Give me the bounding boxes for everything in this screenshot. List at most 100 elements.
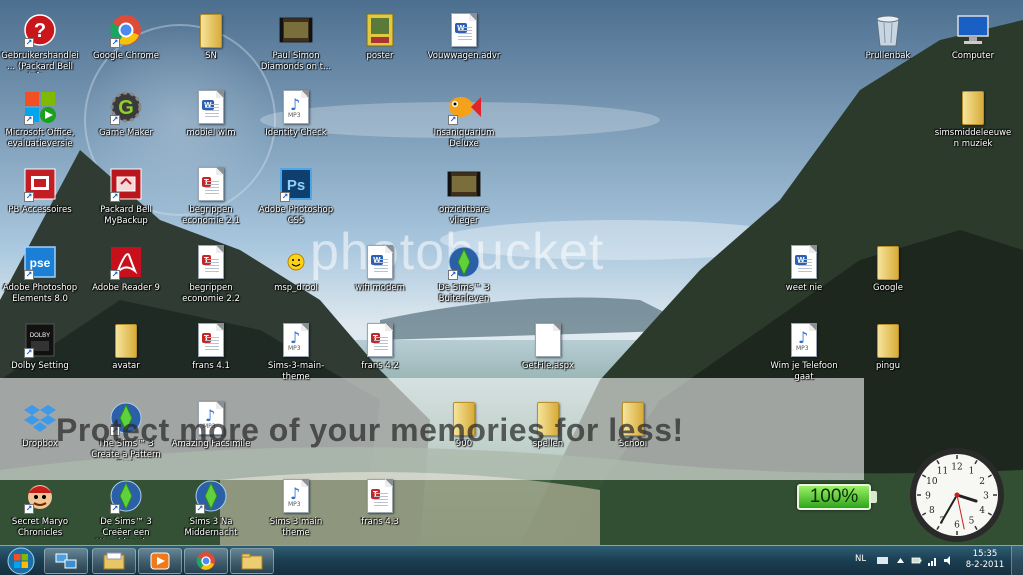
desktop-icon-label: SN — [205, 51, 217, 61]
desktop-icon[interactable]: ↗ Adobe Reader 9 — [86, 240, 166, 314]
text-document-icon: T — [193, 166, 229, 202]
desktop-icon[interactable]: ↗ PB Accessoires — [0, 162, 80, 236]
desktop-icon[interactable]: DOLBY ↗ Dolby Setting — [0, 318, 80, 392]
clock-gadget[interactable]: 123456789101112 — [908, 446, 1006, 544]
dropbox-icon — [22, 400, 58, 436]
desktop-icon[interactable]: ♪ MP3 Wim je Telefoon gaat — [764, 318, 844, 392]
desktop-icon[interactable]: Ps ↗ Adobe Photoshop CS5 — [256, 162, 336, 236]
desktop-icon[interactable]: Tbegrippen economie 2.2 — [171, 240, 251, 314]
desktop-icon[interactable]: ↗ Packard Bell MyBackup — [86, 162, 166, 236]
keyboard-icon[interactable] — [877, 555, 888, 566]
desktop-icon[interactable]: Prullenbak — [848, 8, 928, 82]
desktop-icon-label: Google Chrome — [92, 51, 160, 61]
language-indicator[interactable]: NL — [855, 554, 866, 564]
signal-icon[interactable] — [927, 555, 938, 566]
word-document-icon: W — [786, 244, 822, 280]
clock-number: 2 — [979, 477, 985, 487]
clock-number: 12 — [951, 463, 962, 473]
desktop-icon[interactable]: msp_drool — [256, 240, 336, 314]
desktop-icon[interactable]: G ↗ Game Maker — [86, 85, 166, 159]
desktop-icon[interactable]: Paul Simon Diamonds on t... — [256, 8, 336, 82]
desktop-icon[interactable]: W Vouwwagen.advr — [424, 8, 504, 82]
desktop-icon[interactable]: avatar — [86, 318, 166, 392]
desktop-icon-label: frans 4.2 — [361, 361, 399, 371]
desktop-icon[interactable]: ♪ MP3 Identity Check — [256, 85, 336, 159]
desktop-icon[interactable]: Wwifi modem — [340, 240, 420, 314]
desktop-icon[interactable]: ↗ Microsoft Office, evaluatieversie vo... — [0, 85, 80, 159]
desktop-icon[interactable]: simsmiddeleeuwen muziek — [933, 85, 1013, 159]
game-maker-icon: G ↗ — [108, 89, 144, 125]
desktop-icon-label: avatar — [112, 361, 140, 371]
shortcut-arrow-icon: ↗ — [24, 348, 34, 358]
desktop-icon[interactable]: ↗ Google Chrome — [86, 8, 166, 82]
watermark-slogan: Protect more of your memories for less! — [56, 412, 684, 448]
folder-icon — [955, 89, 991, 125]
chevron-up-icon[interactable] — [895, 555, 906, 566]
desktop-icon-label: frans 4.3 — [361, 517, 399, 527]
shortcut-arrow-icon: ↗ — [24, 115, 34, 125]
show-desktop-button[interactable] — [1011, 546, 1023, 575]
taskbar-explorer-button[interactable] — [92, 548, 136, 574]
desktop-icon[interactable]: ↗ Secret Maryo Chronicles — [0, 474, 80, 548]
desktop-icon-label: Prullenbak — [865, 51, 911, 61]
tray-clock[interactable]: 15:35 8-2-2011 — [961, 549, 1009, 571]
desktop-icon[interactable]: Tbegrippen economie 2.1 — [171, 162, 251, 236]
mp3-icon: ♪ MP3 — [278, 89, 314, 125]
desktop-icon[interactable]: Google — [848, 240, 928, 314]
desktop-icon[interactable]: ↗ Insaniquarium Deluxe — [424, 85, 504, 159]
folder-icon — [870, 244, 906, 280]
desktop-icon[interactable]: Tfrans 4.1 — [171, 318, 251, 392]
taskbar-chrome-button[interactable] — [184, 548, 228, 574]
clock-number: 11 — [937, 466, 948, 476]
backup-icon: ↗ — [108, 166, 144, 202]
shortcut-arrow-icon: ↗ — [280, 192, 290, 202]
desktop-icon[interactable]: onzichtbare vlieger — [424, 162, 504, 236]
help-icon: ? ↗ — [22, 12, 58, 48]
speaker-icon[interactable] — [943, 555, 954, 566]
shortcut-arrow-icon: ↗ — [195, 504, 205, 514]
clock-number: 5 — [969, 517, 975, 527]
start-button[interactable] — [4, 547, 38, 575]
taskbar-media-player-button[interactable] — [138, 548, 182, 574]
taskbar-network-button[interactable] — [44, 548, 88, 574]
desktop-icon[interactable]: pse ↗ Adobe Photoshop Elements 8.0 — [0, 240, 80, 314]
desktop-icon-label: Identity Check — [265, 128, 327, 138]
desktop-icon-label: Sims 3 main theme — [269, 517, 323, 538]
dolby-icon: DOLBY ↗ — [22, 322, 58, 358]
svg-text:?: ? — [34, 20, 46, 42]
explorer-icon — [103, 552, 125, 570]
clock-number: 3 — [983, 492, 989, 502]
shortcut-arrow-icon: ↗ — [110, 192, 120, 202]
svg-text:DOLBY: DOLBY — [30, 333, 50, 339]
mp3-icon: ♪ MP3 — [278, 322, 314, 358]
battery-tray-icon[interactable] — [911, 555, 922, 566]
mp3-icon: ♪ MP3 — [786, 322, 822, 358]
desktop-icon[interactable]: SN — [171, 8, 251, 82]
desktop-icon[interactable]: poster — [340, 8, 420, 82]
word-document-icon: W — [193, 89, 229, 125]
desktop-icon[interactable]: ♪ MP3 Sims-3-main-theme — [256, 318, 336, 392]
shortcut-arrow-icon: ↗ — [24, 192, 34, 202]
desktop-icon[interactable]: pingu — [848, 318, 928, 392]
desktop-icon-label: begrippen economie 2.2 — [182, 283, 240, 304]
desktop-icon[interactable]: Wweet nie — [764, 240, 844, 314]
sims-icon: ↗ — [108, 478, 144, 514]
photoshop-elements-icon: pse ↗ — [22, 244, 58, 280]
desktop-icon[interactable]: ↗ De Sims™ 3 Creëer een Wereld-tool ... — [86, 474, 166, 548]
desktop-icon[interactable]: Wmobiel wlm — [171, 85, 251, 159]
desktop-icon-label: De Sims™ 3 Creëer een Wereld-tool ... — [96, 517, 155, 539]
desktop-icon-label: De Sims™ 3 Buitenleven — [438, 283, 490, 304]
battery-gadget[interactable]: 100% — [797, 484, 877, 510]
computer-icon — [955, 12, 991, 48]
desktop-icon[interactable]: Computer — [933, 8, 1013, 82]
desktop-icon[interactable]: GetFile.aspx — [508, 318, 588, 392]
desktop-icon[interactable]: ?↗ Gebruikershandlei... (Packard Bell Inf… — [0, 8, 80, 82]
desktop-icon[interactable]: Tfrans 4.3 — [340, 474, 420, 548]
taskbar-folder-button[interactable] — [230, 548, 274, 574]
clock-number: 9 — [925, 492, 931, 502]
adobe-reader-icon: ↗ — [108, 244, 144, 280]
desktop-icon[interactable]: ↗ Sims 3 Na Middernacht — [171, 474, 251, 548]
desktop-icon[interactable]: Tfrans 4.2 — [340, 318, 420, 392]
desktop-icon[interactable]: ↗ De Sims™ 3 Buitenleven — [424, 240, 504, 314]
desktop-icon[interactable]: ♪ MP3 Sims 3 main theme — [256, 474, 336, 548]
